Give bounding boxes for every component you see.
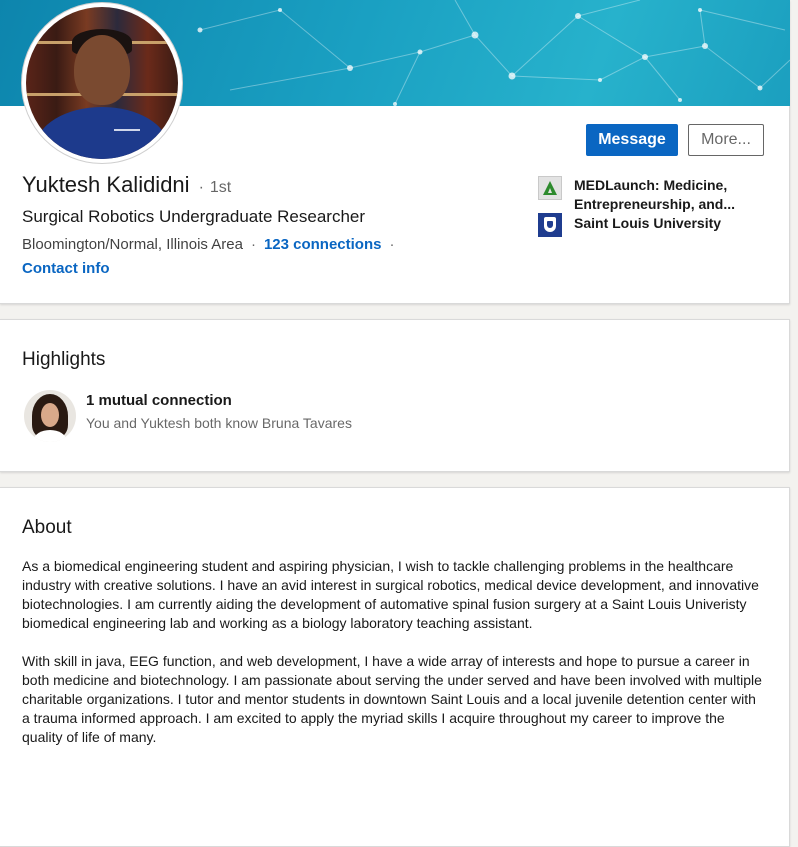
message-button[interactable]: Message: [586, 124, 678, 156]
mutual-connection-subtitle: You and Yuktesh both know Bruna Tavares: [86, 415, 352, 431]
experience-item-slu[interactable]: Saint Louis University: [538, 213, 752, 237]
location-row: Bloomington/Normal, Illinois Area · 123 …: [22, 236, 402, 253]
separator-dot: ·: [250, 236, 256, 253]
highlights-card: Highlights 1 mutual connection You and Y…: [0, 319, 790, 472]
about-paragraph: With skill in java, EEG function, and we…: [22, 653, 762, 745]
profile-top-card: Message More... Yuktesh Kalididni · 1st …: [0, 0, 790, 304]
connections-link[interactable]: 123 connections: [264, 236, 382, 253]
about-paragraph: As a biomedical engineering student and …: [22, 558, 759, 631]
separator-dot: ·: [389, 236, 395, 253]
contact-info-link[interactable]: Contact info: [22, 260, 110, 277]
mutual-connection-avatar[interactable]: [24, 390, 76, 442]
name-row: Yuktesh Kalididni · 1st: [22, 172, 231, 198]
profile-headline: Surgical Robotics Undergraduate Research…: [22, 207, 366, 226]
separator-dot: ·: [198, 179, 204, 196]
slu-logo-icon: [538, 213, 562, 237]
mutual-connection-title[interactable]: 1 mutual connection: [86, 392, 232, 409]
about-card: About As a biomedical engineering studen…: [0, 487, 790, 847]
about-title: About: [22, 517, 72, 538]
profile-name: Yuktesh Kalididni: [22, 172, 190, 197]
connection-degree: 1st: [209, 179, 232, 196]
more-button[interactable]: More...: [688, 124, 764, 156]
profile-photo-image: [26, 7, 178, 159]
about-text: As a biomedical engineering student and …: [22, 557, 767, 766]
experience-name: MEDLaunch: Medicine, Entrepreneurship, a…: [574, 177, 736, 212]
highlights-title: Highlights: [22, 349, 106, 370]
profile-location: Bloomington/Normal, Illinois Area: [22, 236, 243, 253]
profile-photo[interactable]: [22, 3, 182, 163]
education-name: Saint Louis University: [574, 215, 722, 231]
experience-item-medlaunch[interactable]: MEDLaunch: Medicine, Entrepreneurship, a…: [538, 176, 752, 214]
medlaunch-logo-icon: [538, 176, 562, 200]
